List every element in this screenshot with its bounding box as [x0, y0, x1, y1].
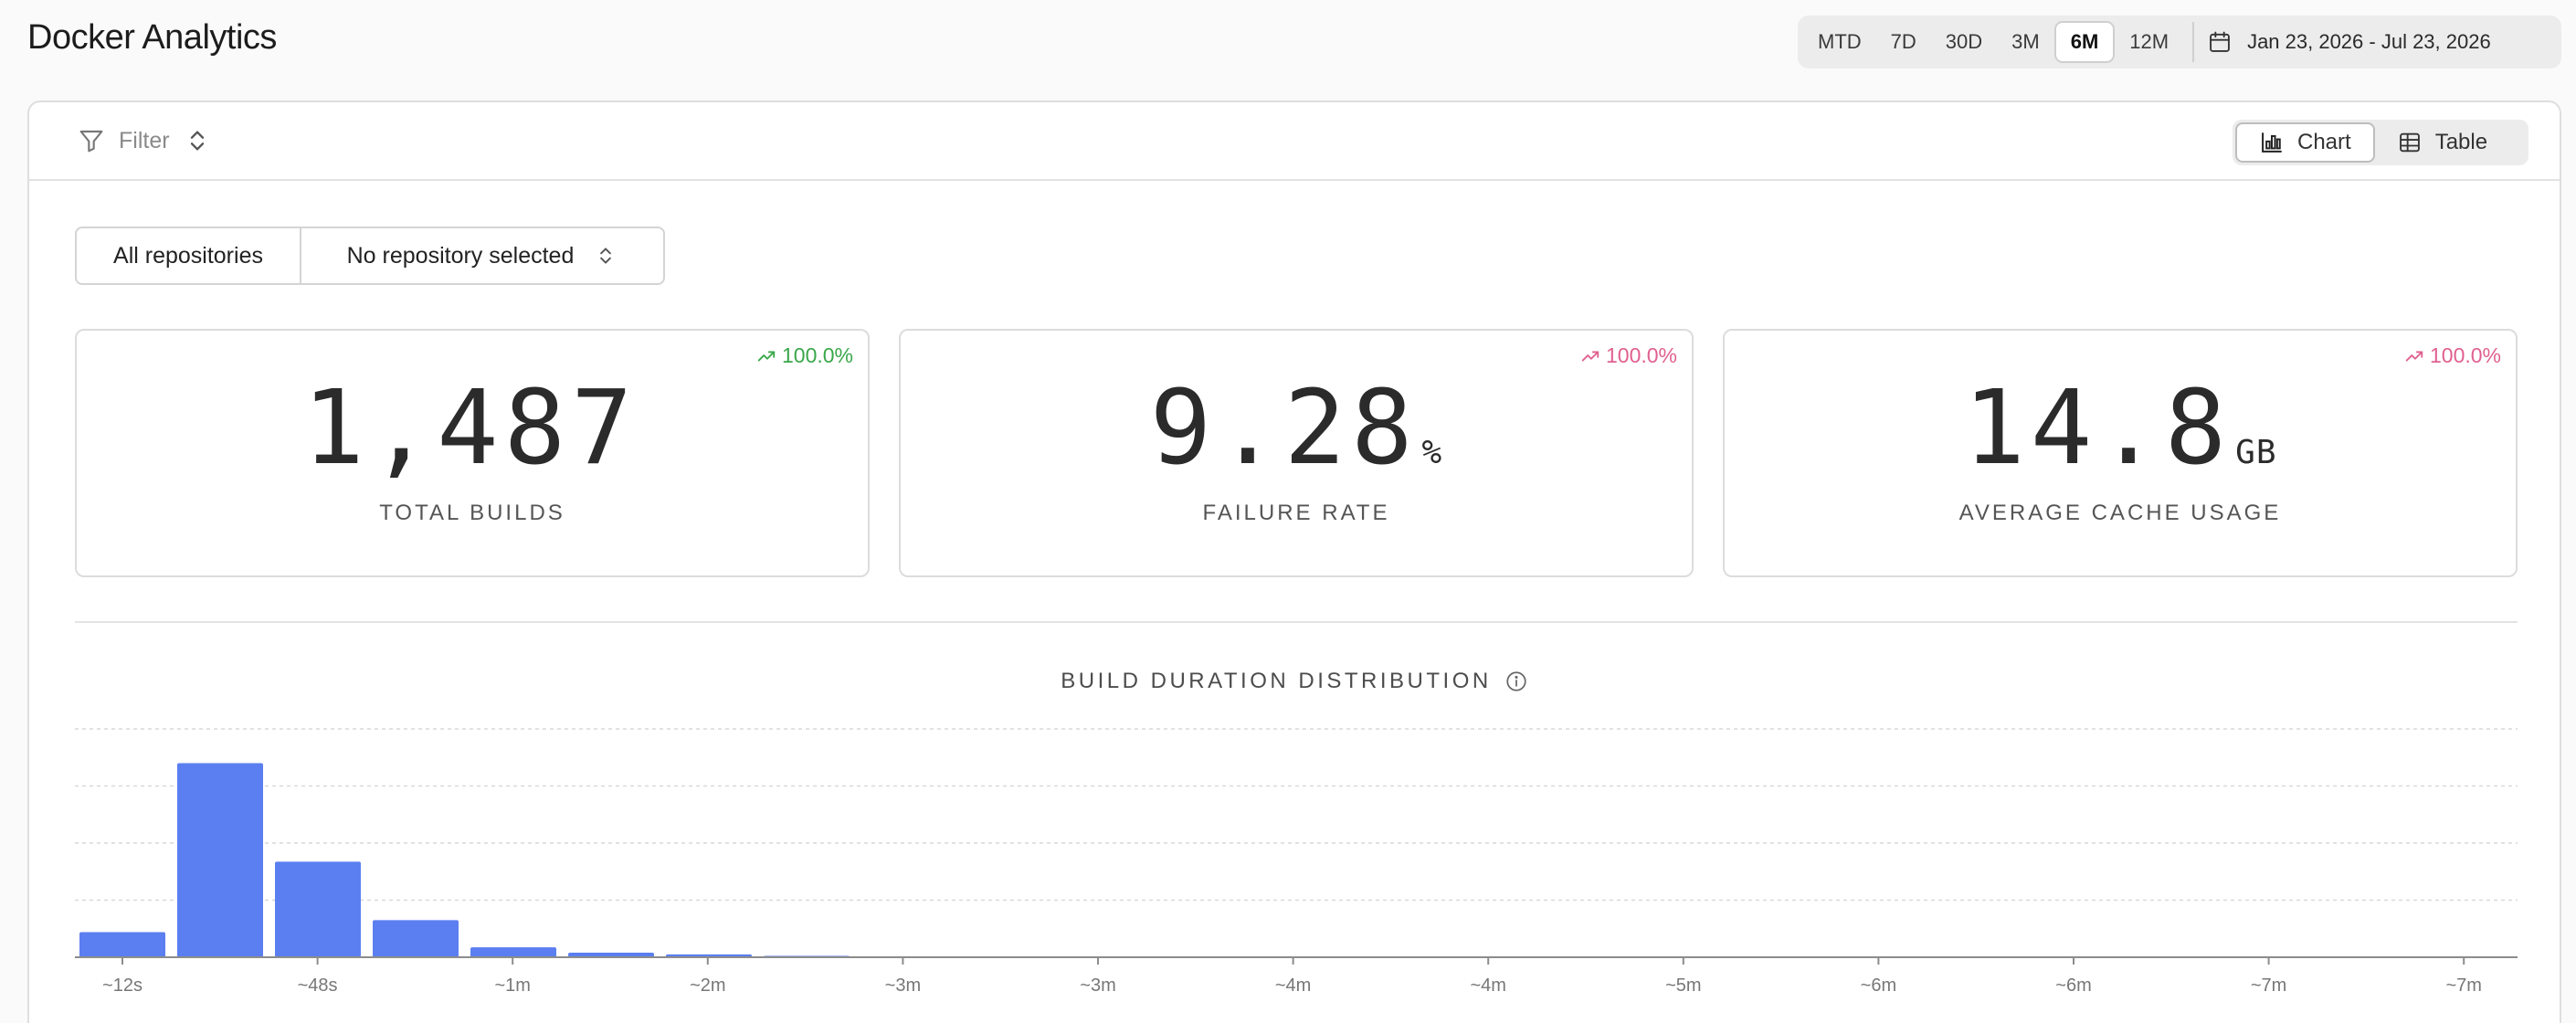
analytics-panel: Filter Chart Table All repositories No r…	[27, 100, 2561, 1023]
range-30d-button[interactable]: 30D	[1931, 21, 1997, 63]
chart-bar[interactable]	[470, 947, 556, 957]
x-tick-label: ~6m	[2055, 976, 2091, 996]
x-tick-label: ~3m	[1080, 976, 1115, 996]
calendar-icon	[2210, 31, 2230, 52]
x-tick-label: ~48s	[298, 976, 338, 996]
x-tick-label: ~5m	[1665, 976, 1701, 996]
chart-bar[interactable]	[275, 861, 361, 957]
range-12m-button[interactable]: 12M	[2115, 21, 2183, 63]
date-range-label: Jan 23, 2026 - Jul 23, 2026	[2247, 30, 2491, 53]
x-tick-label: ~7m	[2445, 976, 2481, 996]
range-3m-button[interactable]: 3M	[1997, 21, 2054, 63]
x-tick-label: ~2m	[690, 976, 725, 996]
x-tick-label: ~4m	[1470, 976, 1505, 996]
range-6m-button[interactable]: 6M	[2053, 21, 2116, 63]
chart-bar[interactable]	[177, 763, 263, 958]
app-root: Docker Analytics MTD 7D 30D 3M 6M 12M Ja…	[0, 0, 2576, 1023]
build-duration-chart: ~12s ~48s ~1m ~2m ~3m ~3m ~4m ~4m ~5m ~6m ~6m ~7m ~7…	[75, 728, 2518, 996]
date-range-selector: MTD 7D 30D 3M 6M 12M Jan 23, 2026 - Jul …	[1798, 16, 2561, 69]
chart-bar[interactable]	[79, 932, 165, 958]
x-tick-label: ~6m	[1861, 976, 1896, 996]
x-tick-label: ~3m	[885, 976, 921, 996]
chart-bar[interactable]	[373, 920, 459, 957]
x-tick-label: ~12s	[102, 976, 143, 996]
page-title: Docker Analytics	[27, 18, 277, 57]
range-7d-button[interactable]: 7D	[1876, 21, 1931, 63]
x-tick-label: ~4m	[1275, 976, 1311, 996]
date-range-picker[interactable]: Jan 23, 2026 - Jul 23, 2026	[2207, 29, 2497, 55]
range-divider	[2192, 22, 2195, 62]
range-mtd-button[interactable]: MTD	[1803, 21, 1876, 63]
x-tick-label: ~1m	[494, 976, 530, 996]
x-tick-label: ~7m	[2251, 976, 2286, 996]
